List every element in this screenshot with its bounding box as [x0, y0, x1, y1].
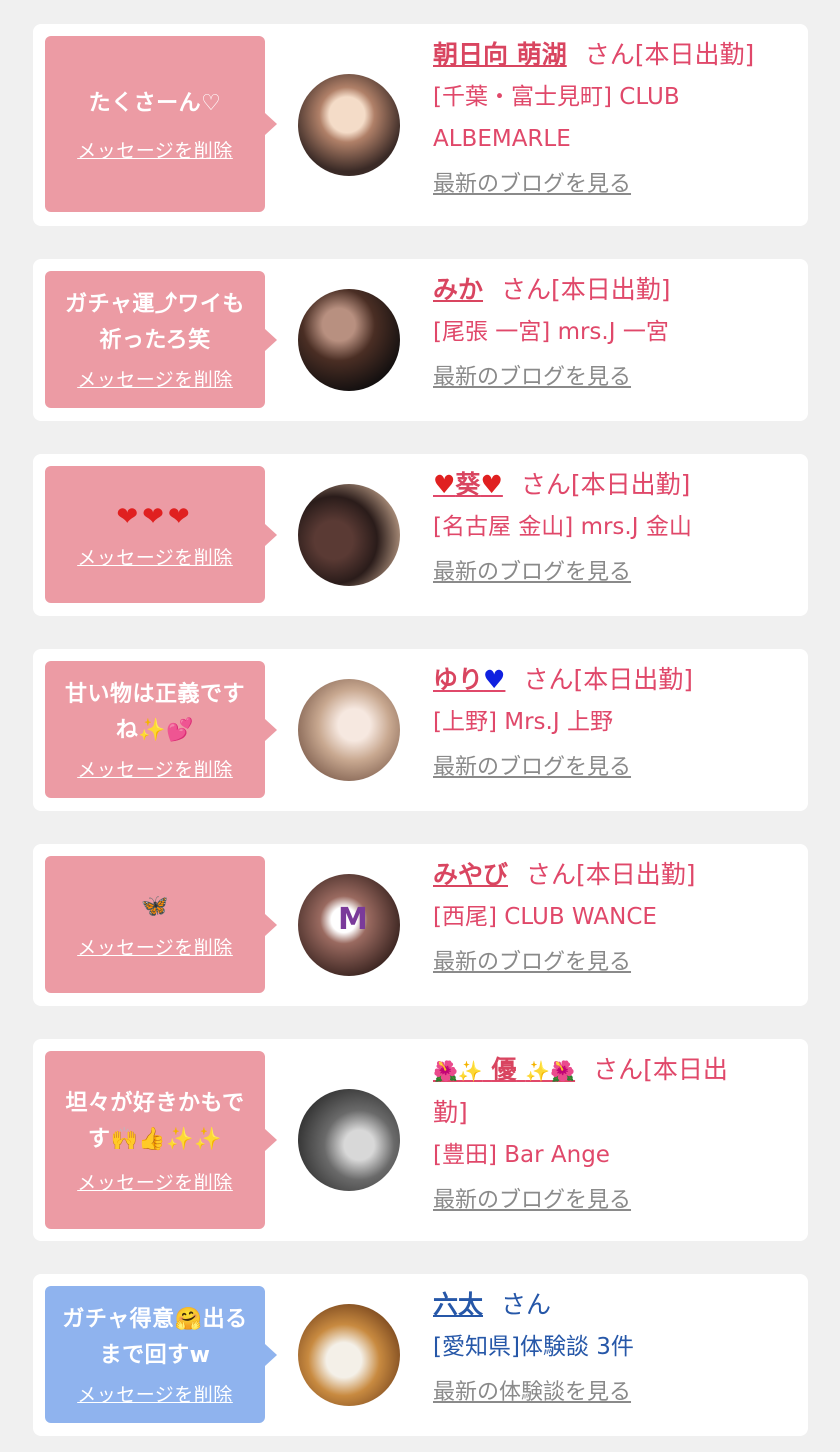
heart-icon: ♥ — [480, 470, 503, 499]
latest-blog-link[interactable]: 最新のブログを見る — [433, 558, 788, 588]
message-text: 🦋 — [141, 894, 169, 919]
message-card: 甘い物は正義です ね✨💕 メッセージを削除 ゆり♥ さん[本日出勤] [上野] Mr… — [33, 649, 808, 811]
latest-blog-link[interactable]: 最新のブログを見る — [433, 170, 788, 200]
message-card: 🦋 メッセージを削除 M みやび さん[本日出勤] [西尾] CLUB WANCE… — [33, 844, 808, 1006]
delete-message-link[interactable]: メッセージを削除 — [77, 136, 233, 163]
cast-status: さん[本日出勤] — [523, 665, 693, 694]
cast-name-link[interactable]: ゆり♥ — [433, 665, 505, 694]
user-suffix: さん — [501, 1290, 552, 1319]
message-bubble: 甘い物は正義です ね✨💕 メッセージを削除 — [45, 661, 277, 798]
cast-name-link[interactable]: みやび — [433, 860, 508, 889]
review-count: [愛知県]体験談 3件 — [433, 1334, 634, 1360]
avatar[interactable] — [298, 1089, 400, 1191]
message-bubble: 🦋 メッセージを削除 — [45, 856, 277, 993]
avatar[interactable] — [298, 484, 400, 586]
flower-icon: ✨🌺 — [525, 1059, 576, 1083]
cast-name-link[interactable]: みか — [433, 275, 483, 304]
avatar[interactable] — [298, 1304, 400, 1406]
latest-blog-link[interactable]: 最新のブログを見る — [433, 1186, 788, 1216]
cast-status: さん[本日出勤] — [526, 860, 696, 889]
avatar[interactable]: M — [298, 874, 400, 976]
delete-message-link[interactable]: メッセージを削除 — [77, 543, 233, 570]
message-bubble: ❤❤❤ メッセージを削除 — [45, 466, 277, 603]
message-text: ❤❤❤ — [116, 502, 194, 532]
avatar[interactable] — [298, 74, 400, 176]
shop-name: [千葉・富士見町] CLUB ALBEMARLE — [433, 84, 680, 152]
message-card: 坦々が好きかもで す🙌👍✨✨ メッセージを削除 🌺✨ 優 ✨🌺 さん[本日出 勤] [… — [33, 1039, 808, 1241]
message-bubble: ガチャ運⤴ワイも 祈ったろ笑 メッセージを削除 — [45, 271, 277, 408]
cast-status: さん[本日出勤] — [501, 275, 671, 304]
message-text: ガチャ運⤴ワイも 祈ったろ笑 — [65, 292, 245, 353]
avatar[interactable] — [298, 289, 400, 391]
message-bubble: たくさーん♡ メッセージを削除 — [45, 36, 277, 212]
delete-message-link[interactable]: メッセージを削除 — [77, 1168, 233, 1195]
message-text: 坦々が好きかもで す🙌👍✨✨ — [65, 1090, 245, 1152]
heart-icon: ♥ — [433, 470, 456, 499]
cast-status: さん[本日出勤] — [584, 40, 755, 69]
shop-name: [上野] Mrs.J 上野 — [433, 709, 613, 735]
shop-name: [名古屋 金山] mrs.J 金山 — [433, 514, 692, 540]
cast-status: さん[本日出 — [593, 1055, 728, 1084]
delete-message-link[interactable]: メッセージを削除 — [77, 755, 233, 782]
delete-message-link[interactable]: メッセージを削除 — [77, 1380, 233, 1407]
cast-status: さん[本日出勤] — [520, 470, 691, 499]
delete-message-link[interactable]: メッセージを削除 — [77, 933, 233, 960]
flower-icon: 🌺✨ — [433, 1059, 483, 1083]
message-bubble: ガチャ得意🤗出る まで回すw メッセージを削除 — [45, 1286, 277, 1423]
message-card: たくさーん♡ メッセージを削除 朝日向 萌湖 さん[本日出勤] [千葉・富士見町]… — [33, 24, 808, 226]
message-text: 甘い物は正義です ね✨💕 — [64, 682, 245, 743]
message-text: ガチャ得意🤗出る まで回すw — [62, 1307, 248, 1368]
latest-blog-link[interactable]: 最新のブログを見る — [433, 948, 788, 978]
message-list: たくさーん♡ メッセージを削除 朝日向 萌湖 さん[本日出勤] [千葉・富士見町]… — [0, 0, 840, 1452]
message-card: ガチャ得意🤗出る まで回すw メッセージを削除 六太 さん [愛知県]体験談 3件 … — [33, 1274, 808, 1436]
latest-blog-link[interactable]: 最新のブログを見る — [433, 753, 788, 783]
shop-name: [西尾] CLUB WANCE — [433, 904, 657, 930]
message-bubble: 坦々が好きかもで す🙌👍✨✨ メッセージを削除 — [45, 1051, 277, 1229]
avatar-letter: M — [338, 902, 368, 937]
latest-blog-link[interactable]: 最新のブログを見る — [433, 363, 788, 393]
message-text: たくさーん♡ — [88, 90, 222, 116]
shop-name: [尾張 一宮] mrs.J 一宮 — [433, 319, 669, 345]
cast-name-link[interactable]: 朝日向 萌湖 — [433, 40, 567, 69]
message-card: ❤❤❤ メッセージを削除 ♥葵♥ さん[本日出勤] [名古屋 金山] mrs.J … — [33, 454, 808, 616]
heart-icon: ♥ — [483, 665, 506, 694]
cast-name-link[interactable]: ♥葵♥ — [433, 470, 503, 499]
delete-message-link[interactable]: メッセージを削除 — [77, 365, 233, 392]
shop-name: [豊田] Bar Ange — [433, 1142, 610, 1168]
latest-review-link[interactable]: 最新の体験談を見る — [433, 1378, 788, 1408]
avatar[interactable] — [298, 679, 400, 781]
cast-name-link[interactable]: 🌺✨ 優 ✨🌺 — [433, 1055, 575, 1084]
message-card: ガチャ運⤴ワイも 祈ったろ笑 メッセージを削除 みか さん[本日出勤] [尾張 一宮… — [33, 259, 808, 421]
reviewer-name-link[interactable]: 六太 — [433, 1290, 483, 1319]
